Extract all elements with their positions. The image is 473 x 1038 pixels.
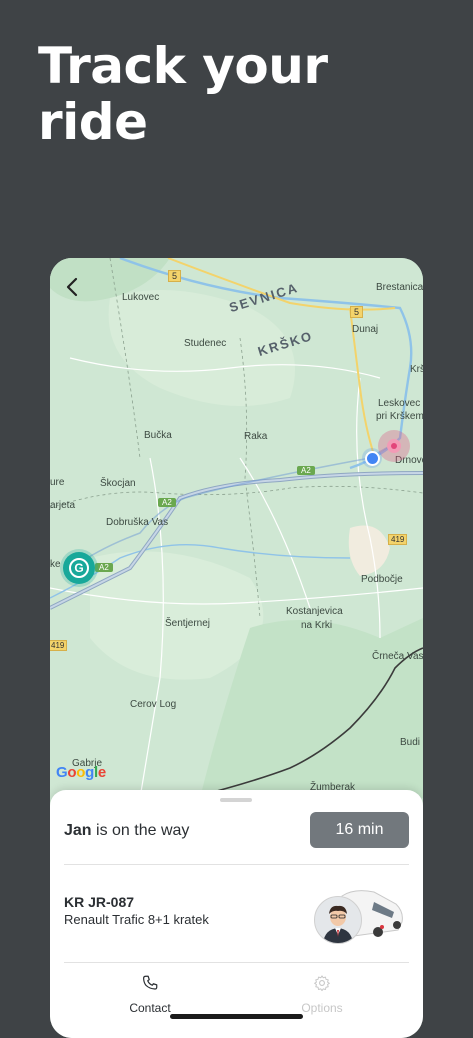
google-attribution: Google bbox=[56, 764, 106, 781]
divider bbox=[64, 864, 409, 865]
map-label: Studenec bbox=[184, 338, 227, 349]
map-label: Budi bbox=[400, 737, 421, 748]
google-letter: e bbox=[97, 764, 106, 781]
google-letter: o bbox=[76, 764, 86, 781]
road-shield: 419 bbox=[50, 640, 68, 651]
options-button[interactable]: Options bbox=[272, 974, 372, 1015]
driver-name: Jan bbox=[64, 822, 92, 839]
driver-avatar-icon bbox=[323, 905, 353, 943]
google-letter: G bbox=[56, 764, 68, 781]
map-label: Brestanica bbox=[376, 282, 423, 293]
map-canvas bbox=[50, 258, 423, 798]
contact-label: Contact bbox=[129, 1001, 171, 1015]
license-plate: KR JR-087 bbox=[64, 894, 135, 910]
map-label: na Krki bbox=[301, 620, 333, 631]
destination-marker-dot bbox=[391, 443, 397, 449]
avatar bbox=[314, 896, 362, 944]
vehicle-model: Renault Trafic 8+1 kratek bbox=[64, 912, 209, 927]
map-label: Kostanjevica bbox=[286, 606, 343, 617]
map-label: arjeta bbox=[50, 500, 76, 511]
map-label: ure bbox=[50, 477, 65, 488]
eta-badge: 16 min bbox=[310, 812, 409, 848]
map-label: Leskovec bbox=[378, 398, 421, 409]
divider bbox=[64, 962, 409, 963]
map-label: ke bbox=[50, 559, 61, 570]
options-label: Options bbox=[301, 1001, 343, 1015]
pickup-marker-letter: G bbox=[69, 558, 89, 578]
map-label: Dunaj bbox=[352, 324, 379, 335]
road-shield: A2 bbox=[95, 563, 113, 572]
road-shield: 5 bbox=[350, 306, 364, 318]
status-row: Jan is on the way 16 min bbox=[64, 812, 409, 852]
map-label: Raka bbox=[244, 431, 268, 442]
map-label: Krš bbox=[410, 364, 423, 375]
map-label: Bučka bbox=[144, 430, 172, 441]
google-letter: o bbox=[67, 764, 77, 781]
map-label: Škocjan bbox=[100, 478, 136, 489]
map-label: Šentjernej bbox=[165, 618, 211, 629]
gear-icon bbox=[314, 975, 330, 992]
road-shield: 419 bbox=[388, 534, 408, 545]
pickup-marker[interactable]: G bbox=[63, 552, 95, 584]
app-screen: 5 5 A2 A2 A2 419 419 Lukovec SEVNICA Bre… bbox=[50, 258, 423, 1038]
map-label: Cerov Log bbox=[130, 699, 177, 710]
vehicle-illustration bbox=[314, 882, 406, 944]
road-shield: A2 bbox=[297, 466, 315, 475]
road-shield: 5 bbox=[168, 270, 182, 282]
contact-button[interactable]: Contact bbox=[100, 974, 200, 1015]
chevron-left-icon[interactable] bbox=[62, 276, 84, 298]
map-view[interactable]: 5 5 A2 A2 A2 419 419 Lukovec SEVNICA Bre… bbox=[50, 258, 423, 798]
trip-sheet: Jan is on the way 16 min KR JR-087 Renau… bbox=[50, 790, 423, 1038]
page-headline: Track your ride bbox=[38, 37, 328, 151]
map-label: pri Krškem bbox=[376, 411, 423, 422]
sheet-grabber[interactable] bbox=[220, 798, 252, 802]
google-letter: g bbox=[85, 764, 94, 781]
driver-status: Jan is on the way bbox=[64, 822, 189, 840]
map-label: Lukovec bbox=[122, 292, 160, 303]
destination-marker[interactable] bbox=[378, 430, 410, 462]
phone-icon bbox=[143, 975, 158, 990]
status-suffix: is on the way bbox=[96, 822, 190, 839]
map-label: Dobruška Vas bbox=[106, 517, 169, 528]
home-indicator bbox=[170, 1014, 303, 1019]
map-label: Podbočje bbox=[361, 574, 403, 585]
current-location-core bbox=[365, 451, 380, 466]
road-shield: A2 bbox=[158, 498, 176, 507]
current-location-dot bbox=[362, 448, 382, 468]
map-label: Črneča Vas bbox=[372, 651, 423, 662]
